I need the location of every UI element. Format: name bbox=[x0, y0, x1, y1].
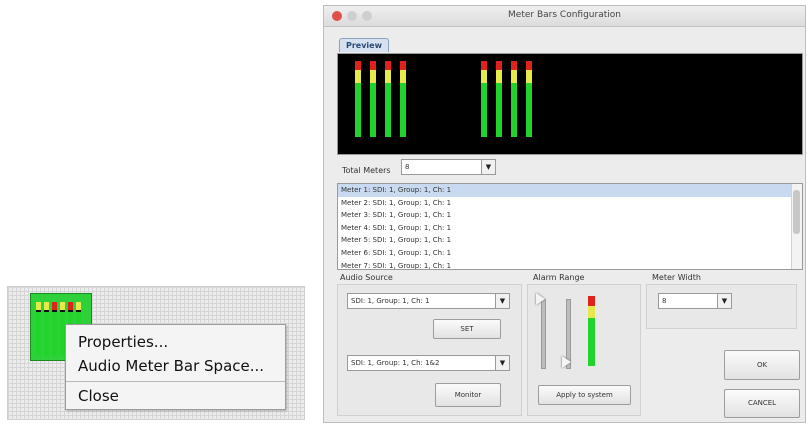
alarm-slider-thumb-lower[interactable] bbox=[562, 356, 571, 368]
chevron-down-icon[interactable]: ▼ bbox=[717, 294, 731, 308]
meter-width-value: 8 bbox=[662, 297, 667, 305]
preview-meter-bar bbox=[496, 61, 502, 70]
list-item[interactable]: Meter 1: SDI: 1, Group: 1, Ch: 1 bbox=[338, 184, 802, 197]
preview-meter-bar bbox=[370, 70, 376, 83]
set-button[interactable]: SET bbox=[433, 319, 501, 339]
list-item[interactable]: Meter 3: SDI: 1, Group: 1, Ch: 1 bbox=[338, 209, 802, 222]
preview-meter-bar bbox=[355, 83, 361, 137]
dialog-title: Meter Bars Configuration bbox=[508, 10, 621, 20]
meter-bars-configuration-dialog: Meter Bars Configuration Preview Total M… bbox=[323, 5, 806, 423]
alarm-range-label: Alarm Range bbox=[533, 273, 585, 282]
alarm-meter-yellow bbox=[588, 306, 595, 318]
mini-bar bbox=[36, 302, 41, 356]
monitor-source-value: SDI: 1, Group: 1, Ch: 1&2 bbox=[351, 359, 440, 367]
menu-item-close[interactable]: Close bbox=[78, 387, 119, 405]
alarm-slider-thumb-upper[interactable] bbox=[536, 293, 545, 305]
preview-meter-bar bbox=[400, 70, 406, 83]
meter-width-label: Meter Width bbox=[652, 273, 701, 282]
preview-meter-bar bbox=[481, 70, 487, 83]
audio-source-label: Audio Source bbox=[340, 273, 393, 282]
apply-to-system-button[interactable]: Apply to system bbox=[538, 385, 631, 405]
title-bar: Meter Bars Configuration bbox=[324, 6, 805, 27]
total-meters-select[interactable]: 8 ▼ bbox=[401, 159, 496, 175]
list-item[interactable]: Meter 6: SDI: 1, Group: 1, Ch: 1 bbox=[338, 247, 802, 260]
menu-item-properties[interactable]: Properties... bbox=[78, 333, 168, 351]
preview-meter-bar bbox=[385, 61, 391, 70]
context-menu: Properties... Audio Meter Bar Space... C… bbox=[65, 324, 286, 410]
tab-preview[interactable]: Preview bbox=[339, 38, 389, 52]
preview-meter-bar bbox=[526, 70, 532, 83]
menu-separator bbox=[66, 381, 285, 382]
mini-bar bbox=[44, 302, 49, 356]
preview-meter-bar bbox=[511, 61, 517, 70]
audio-source-select[interactable]: SDI: 1, Group: 1, Ch: 1 ▼ bbox=[347, 293, 510, 309]
preview-meter-bar bbox=[481, 61, 487, 70]
alarm-meter-preview bbox=[588, 296, 595, 366]
preview-meter-bar bbox=[496, 83, 502, 137]
preview-meter-bar bbox=[511, 70, 517, 83]
preview-meter-bar bbox=[370, 61, 376, 70]
list-item[interactable]: Meter 4: SDI: 1, Group: 1, Ch: 1 bbox=[338, 222, 802, 235]
preview-meter-bar bbox=[496, 70, 502, 83]
monitor-source-select[interactable]: SDI: 1, Group: 1, Ch: 1&2 ▼ bbox=[347, 355, 510, 371]
preview-meter-bar bbox=[400, 61, 406, 70]
meter-preview bbox=[337, 53, 803, 155]
chevron-down-icon[interactable]: ▼ bbox=[481, 160, 495, 174]
total-meters-label: Total Meters bbox=[342, 166, 391, 175]
cancel-button[interactable]: CANCEL bbox=[724, 389, 800, 418]
preview-meter-bar bbox=[526, 61, 532, 70]
alarm-slider-track-upper[interactable] bbox=[541, 299, 546, 369]
meter-width-select[interactable]: 8 ▼ bbox=[658, 293, 732, 309]
monitor-button[interactable]: Monitor bbox=[435, 383, 501, 407]
menu-item-audio-meter-bar-space[interactable]: Audio Meter Bar Space... bbox=[78, 357, 264, 375]
scrollbar-thumb[interactable] bbox=[793, 190, 800, 234]
preview-meter-bar bbox=[355, 70, 361, 83]
preview-meter-bar bbox=[370, 83, 376, 137]
preview-meter-bar bbox=[385, 70, 391, 83]
ok-button[interactable]: OK bbox=[724, 350, 800, 380]
total-meters-value: 8 bbox=[405, 163, 410, 171]
preview-meter-bar bbox=[481, 83, 487, 137]
mini-bar bbox=[52, 302, 57, 356]
list-item[interactable]: Meter 5: SDI: 1, Group: 1, Ch: 1 bbox=[338, 234, 802, 247]
list-item[interactable]: Meter 7: SDI: 1, Group: 1, Ch: 1 bbox=[338, 260, 802, 269]
list-item[interactable]: Meter 2: SDI: 1, Group: 1, Ch: 1 bbox=[338, 197, 802, 210]
preview-meter-bar bbox=[526, 83, 532, 137]
preview-meter-bar bbox=[355, 61, 361, 70]
preview-meter-bar bbox=[511, 83, 517, 137]
audio-source-value: SDI: 1, Group: 1, Ch: 1 bbox=[351, 297, 430, 305]
meter-list[interactable]: Meter 1: SDI: 1, Group: 1, Ch: 1 Meter 2… bbox=[337, 183, 803, 270]
list-scrollbar[interactable] bbox=[791, 184, 802, 269]
preview-meter-bar bbox=[400, 83, 406, 137]
alarm-meter-red bbox=[588, 296, 595, 306]
preview-meter-bar bbox=[385, 83, 391, 137]
chevron-down-icon[interactable]: ▼ bbox=[495, 294, 509, 308]
chevron-down-icon[interactable]: ▼ bbox=[495, 356, 509, 370]
